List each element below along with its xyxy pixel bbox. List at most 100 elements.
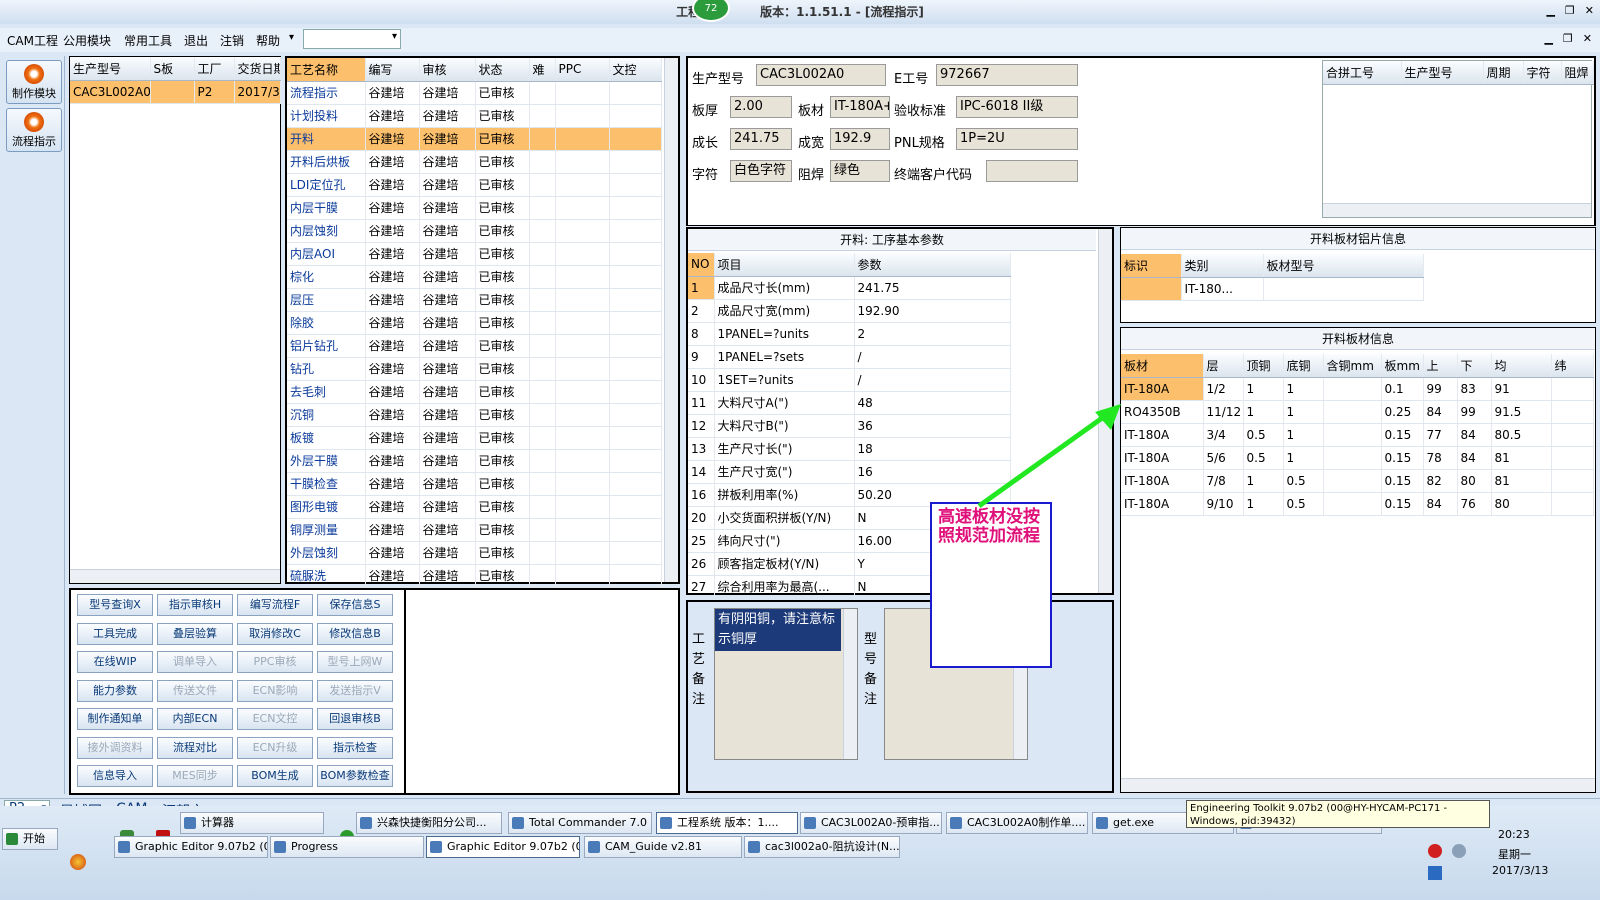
col-header[interactable]: 难 bbox=[529, 58, 556, 82]
param-row[interactable]: 12 大料尺寸B(") 36 bbox=[688, 414, 1011, 438]
col-header[interactable]: 板材型号 bbox=[1263, 254, 1424, 278]
menu-exit[interactable]: 退出 bbox=[184, 32, 208, 49]
action-button[interactable]: 传送文件 bbox=[157, 679, 233, 702]
remark-vscroll[interactable] bbox=[843, 609, 857, 759]
process-row[interactable]: 外层干膜 谷建培 谷建培 已审核 bbox=[287, 449, 662, 473]
action-button[interactable]: 回退审核B bbox=[317, 708, 393, 730]
child-close-button[interactable]: ✕ bbox=[1583, 32, 1592, 45]
flow-instruction-button[interactable]: 流程指示 bbox=[6, 108, 62, 152]
field-width[interactable]: 192.9 bbox=[830, 128, 890, 150]
field-char[interactable]: 白色字符 bbox=[730, 160, 792, 182]
job-hscroll[interactable] bbox=[70, 569, 280, 583]
process-row[interactable]: 外层蚀刻 谷建培 谷建培 已审核 bbox=[287, 541, 662, 565]
action-button[interactable]: 流程对比 bbox=[157, 736, 233, 759]
param-row[interactable]: 11 大料尺寸A(") 48 bbox=[688, 391, 1011, 415]
action-button[interactable]: ECN影响 bbox=[237, 679, 313, 702]
process-row[interactable]: 硫脲洗 谷建培 谷建培 已审核 bbox=[287, 564, 662, 588]
minimize-button[interactable]: ▁ bbox=[1546, 4, 1554, 17]
material-row[interactable]: IT-180A 7/8 1 0.5 0.15 82 80 81 bbox=[1121, 469, 1594, 493]
process-row[interactable]: 干膜检查 谷建培 谷建培 已审核 bbox=[287, 472, 662, 496]
taskbar-item[interactable]: cac3l002a0-阻抗设计(N... bbox=[744, 836, 900, 858]
action-button[interactable]: BOM生成 bbox=[237, 765, 313, 787]
action-button[interactable]: BOM参数检查 bbox=[317, 765, 393, 787]
param-row[interactable]: 14 生产尺寸宽(") 16 bbox=[688, 460, 1011, 484]
action-button[interactable]: ECN升级 bbox=[237, 736, 313, 759]
action-button[interactable]: 取消修改C bbox=[237, 622, 313, 645]
col-header[interactable]: 下 bbox=[1457, 354, 1492, 378]
process-row[interactable]: 内层蚀刻 谷建培 谷建培 已审核 bbox=[287, 219, 662, 243]
param-row[interactable]: 13 生产尺寸长(") 18 bbox=[688, 437, 1011, 461]
col-header[interactable]: 周期 bbox=[1483, 61, 1524, 85]
action-button[interactable]: 型号上网W bbox=[317, 651, 393, 673]
process-row[interactable]: 层压 谷建培 谷建培 已审核 bbox=[287, 288, 662, 312]
action-button[interactable]: 制作通知单 bbox=[77, 708, 153, 730]
col-header[interactable]: 底铜 bbox=[1283, 354, 1324, 378]
action-button[interactable]: 信息导入 bbox=[77, 765, 153, 787]
material-row[interactable]: IT-180A 1/2 1 1 0.1 99 83 91 bbox=[1121, 377, 1594, 401]
action-button[interactable]: 修改信息B bbox=[317, 622, 393, 645]
param-row[interactable]: 8 1PANEL=?units 2 bbox=[688, 322, 1011, 346]
taskbar-item[interactable]: CAC3L002A0-预审指... bbox=[800, 812, 942, 834]
process-row[interactable]: 开料后烘板 谷建培 谷建培 已审核 bbox=[287, 150, 662, 174]
col-header[interactable]: 板材 bbox=[1121, 354, 1204, 378]
merge-hscroll[interactable] bbox=[1323, 203, 1591, 217]
start-button[interactable]: 开始 bbox=[2, 828, 58, 850]
col-header[interactable]: 标识 bbox=[1121, 254, 1182, 278]
col-header[interactable]: S板 bbox=[150, 57, 195, 81]
action-button[interactable]: 在线WIP bbox=[77, 651, 153, 673]
app-icon[interactable] bbox=[70, 854, 86, 870]
param-row[interactable]: 10 1SET=?units / bbox=[688, 368, 1011, 392]
process-row[interactable]: 除胶 谷建培 谷建培 已审核 bbox=[287, 311, 662, 335]
material-row[interactable]: IT-180A 9/10 1 0.5 0.15 84 76 80 bbox=[1121, 492, 1594, 516]
process-row[interactable]: 铜厚测量 谷建培 谷建培 已审核 bbox=[287, 518, 662, 542]
col-header[interactable]: 审核 bbox=[419, 58, 476, 82]
col-header[interactable]: 板mm bbox=[1381, 354, 1424, 378]
action-button[interactable]: 内部ECN bbox=[157, 708, 233, 730]
col-header[interactable]: 类别 bbox=[1181, 254, 1264, 278]
field-mask[interactable]: 绿色 bbox=[830, 160, 890, 182]
col-header[interactable]: 工艺名称 bbox=[287, 58, 366, 82]
taskbar-item[interactable]: 计算器 bbox=[180, 812, 324, 834]
col-header[interactable]: 交货日期 bbox=[234, 57, 281, 81]
process-row[interactable]: 开料 谷建培 谷建培 已审核 bbox=[287, 127, 662, 151]
material-row[interactable]: IT-180A 3/4 0.5 1 0.15 77 84 80.5 bbox=[1121, 423, 1594, 447]
taskbar-item[interactable]: 兴森快捷衡阳分公司... bbox=[356, 812, 502, 834]
table-row[interactable]: IT-180... bbox=[1121, 277, 1424, 301]
col-header[interactable]: 项目 bbox=[714, 253, 855, 277]
process-row[interactable]: 图形电镀 谷建培 谷建培 已审核 bbox=[287, 495, 662, 519]
menu-help[interactable]: 帮助 bbox=[256, 32, 280, 49]
process-row[interactable]: 铝片钻孔 谷建培 谷建培 已审核 bbox=[287, 334, 662, 358]
child-minimize-button[interactable]: ▁ bbox=[1544, 32, 1552, 45]
action-button[interactable]: PPC审核 bbox=[237, 651, 313, 673]
job-row[interactable]: CAC3L002A0 P2 2017/3/ bbox=[70, 80, 281, 104]
action-button[interactable]: MES同步 bbox=[157, 765, 233, 787]
col-header[interactable]: 状态 bbox=[475, 58, 530, 82]
field-length[interactable]: 241.75 bbox=[730, 128, 792, 150]
col-header[interactable]: 上 bbox=[1423, 354, 1458, 378]
col-header[interactable]: 阻焊 bbox=[1561, 61, 1594, 85]
field-eno[interactable]: 972667 bbox=[936, 64, 1078, 86]
action-button[interactable]: 能力参数 bbox=[77, 679, 153, 702]
param-row[interactable]: 9 1PANEL=?sets / bbox=[688, 345, 1011, 369]
field-material[interactable]: IT-180A+ bbox=[830, 96, 890, 118]
process-row[interactable]: LDI定位孔 谷建培 谷建培 已审核 bbox=[287, 173, 662, 197]
col-header[interactable]: 参数 bbox=[854, 253, 1011, 277]
action-button[interactable]: 指示检查 bbox=[317, 736, 393, 759]
menu-logout[interactable]: 注销 bbox=[220, 32, 244, 49]
process-row[interactable]: 内层AOI 谷建培 谷建培 已审核 bbox=[287, 242, 662, 266]
action-button[interactable]: 保存信息S bbox=[317, 594, 393, 616]
process-row[interactable]: 棕化 谷建培 谷建培 已审核 bbox=[287, 265, 662, 289]
col-header[interactable]: PPC bbox=[555, 58, 610, 82]
col-header[interactable]: 编写 bbox=[365, 58, 420, 82]
action-button[interactable]: 调单导入 bbox=[157, 651, 233, 673]
col-header[interactable]: 工厂 bbox=[194, 57, 235, 81]
taskbar-item[interactable]: 工程系统 版本：1.... bbox=[656, 812, 798, 834]
process-row[interactable]: 沉铜 谷建培 谷建培 已审核 bbox=[287, 403, 662, 427]
field-pnl[interactable]: 1P=2U bbox=[956, 128, 1078, 150]
taskbar-item[interactable]: Progress bbox=[270, 836, 424, 858]
param-row[interactable]: 1 成品尺寸长(mm) 241.75 bbox=[688, 276, 1011, 300]
taskbar-item[interactable]: Graphic Editor 9.07b2 (0... bbox=[114, 836, 268, 858]
child-maximize-button[interactable]: ❐ bbox=[1563, 32, 1573, 45]
col-header[interactable]: 合拼工号 bbox=[1323, 61, 1402, 85]
network-icon[interactable] bbox=[1428, 866, 1442, 880]
